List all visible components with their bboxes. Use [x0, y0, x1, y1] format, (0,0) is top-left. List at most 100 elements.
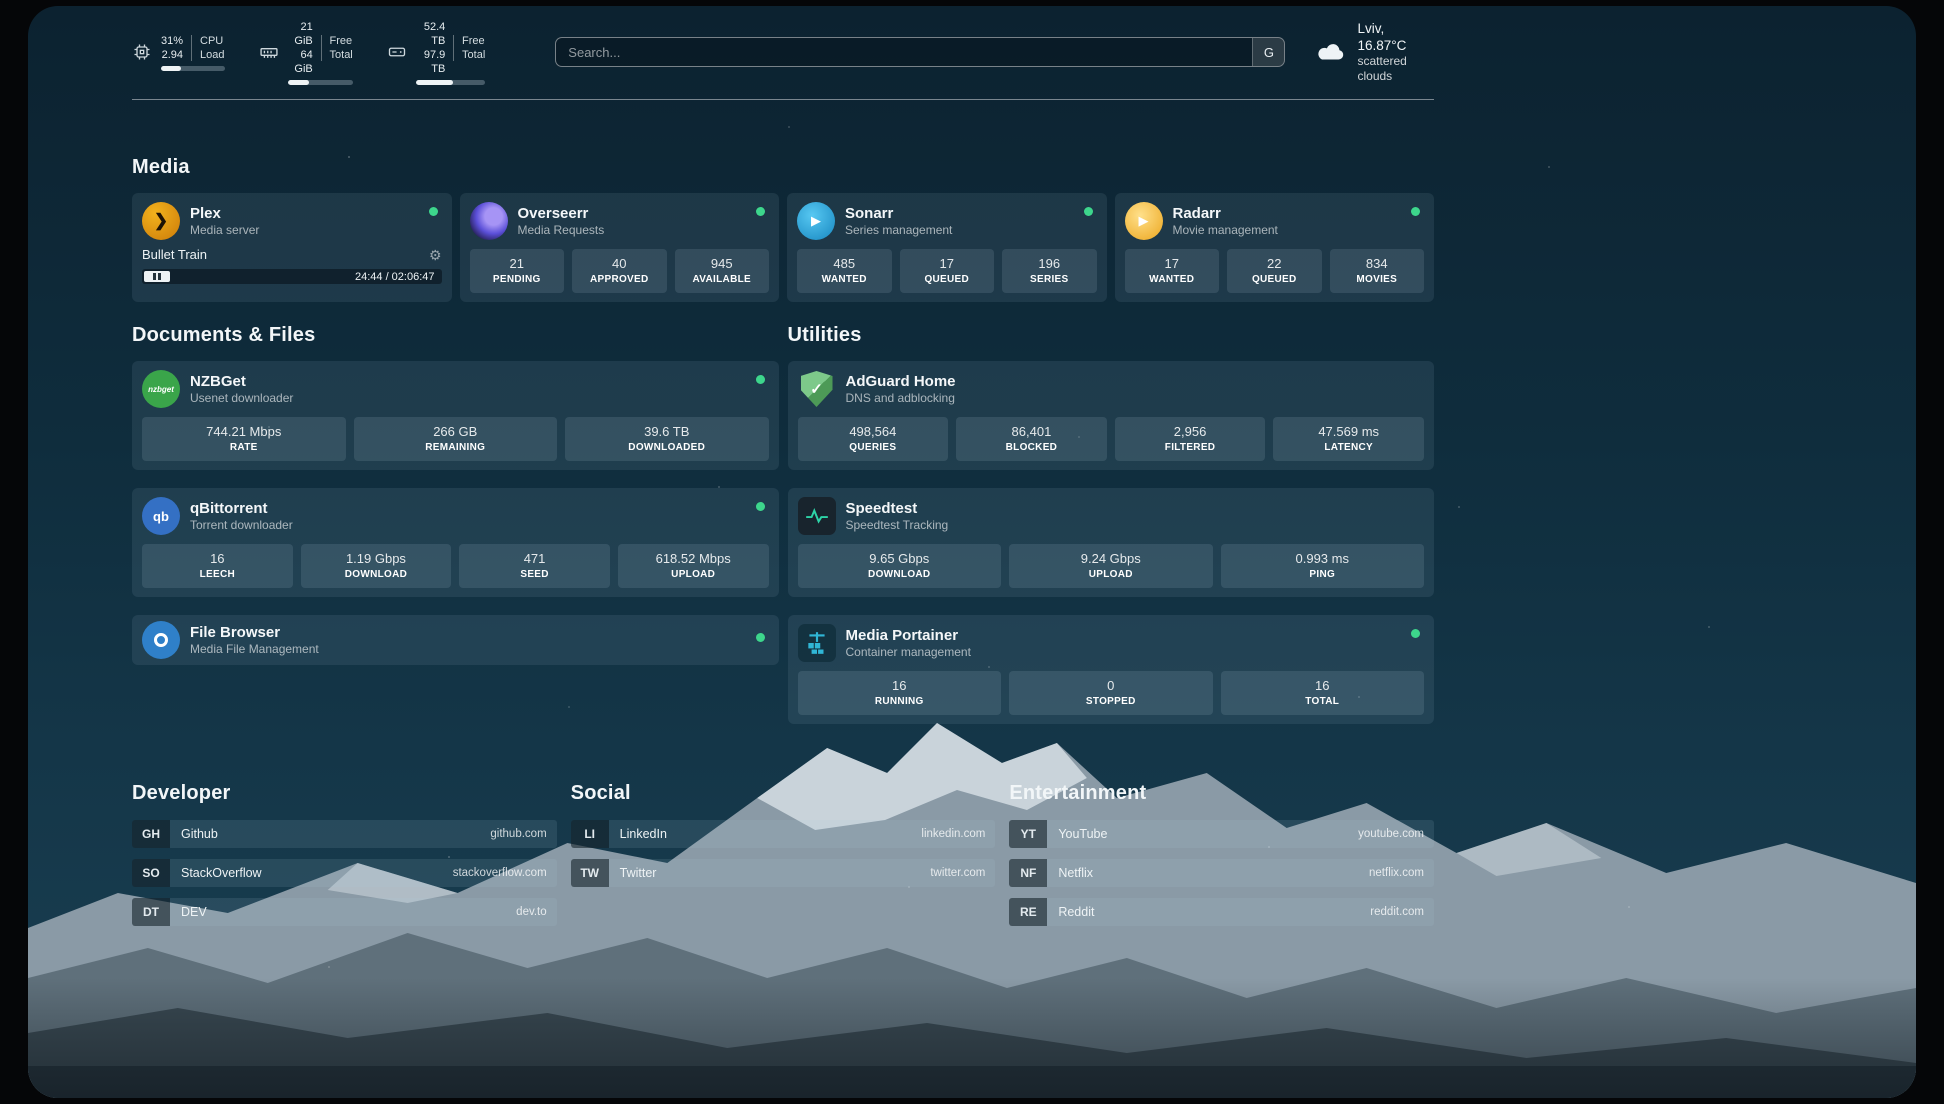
disk-icon: [387, 42, 407, 62]
service-name: Overseerr: [518, 204, 605, 223]
disk-label-1: Free: [462, 34, 485, 48]
now-playing-title: Bullet Train: [142, 247, 207, 262]
stat-box: 9.65 GbpsDOWNLOAD: [798, 544, 1002, 588]
bookmark-domain: reddit.com: [1370, 898, 1434, 926]
service-desc: Media File Management: [190, 642, 319, 657]
bookmark-reddit[interactable]: RE Reddit reddit.com: [1009, 898, 1434, 926]
bookmark-name: Reddit: [1047, 898, 1094, 926]
service-desc: Series management: [845, 223, 952, 238]
sonarr-icon: ▶: [797, 202, 835, 240]
metric-separator: [321, 35, 322, 61]
stat-box: 9.24 GbpsUPLOAD: [1009, 544, 1213, 588]
bookmark-domain: linkedin.com: [921, 820, 995, 848]
bookmark-abbr: SO: [132, 859, 170, 887]
service-name: qBittorrent: [190, 499, 293, 518]
stat-box: 17QUEUED: [900, 249, 995, 293]
weather-condition: scattered clouds: [1357, 54, 1434, 84]
cpu-label-1: CPU: [200, 34, 224, 48]
search-provider-button[interactable]: G: [1252, 38, 1284, 66]
section-title-social: Social: [571, 782, 996, 805]
service-card-radarr[interactable]: ▶ Radarr Movie management 17WANTED 22QUE…: [1115, 193, 1435, 302]
dashboard-panel: 31% 2.94 CPU Load: [28, 6, 1916, 1098]
weather-widget: Lviv, 16.87°C scattered clouds: [1315, 20, 1434, 84]
stat-box: 945AVAILABLE: [675, 249, 770, 293]
bookmark-abbr: NF: [1009, 859, 1047, 887]
service-card-qbittorrent[interactable]: qb qBittorrent Torrent downloader 16LEEC…: [132, 488, 779, 597]
service-name: File Browser: [190, 623, 319, 642]
portainer-icon: [798, 624, 836, 662]
service-card-speedtest[interactable]: Speedtest Speedtest Tracking 9.65 GbpsDO…: [788, 488, 1435, 597]
ram-label-2: Total: [330, 48, 353, 62]
gear-icon[interactable]: ⚙: [429, 248, 442, 262]
service-card-nzbget[interactable]: nzbget NZBGet Usenet downloader 744.21 M…: [132, 361, 779, 470]
bookmark-name: YouTube: [1047, 820, 1107, 848]
service-card-sonarr[interactable]: ▶ Sonarr Series management 485WANTED 17Q…: [787, 193, 1107, 302]
search-input[interactable]: [556, 38, 1252, 66]
ram-metric: 21 GiB 64 GiB Free Total: [259, 20, 353, 85]
stat-box: 16TOTAL: [1221, 671, 1425, 715]
bookmark-stackoverflow[interactable]: SO StackOverflow stackoverflow.com: [132, 859, 557, 887]
service-name: Media Portainer: [846, 626, 971, 645]
bookmark-github[interactable]: GH Github github.com: [132, 820, 557, 848]
service-name: Speedtest: [846, 499, 949, 518]
ram-progress-bar: [288, 80, 353, 85]
ram-icon: [259, 42, 279, 62]
stat-box: 0STOPPED: [1009, 671, 1213, 715]
service-desc: Media server: [190, 223, 259, 238]
bookmark-dev[interactable]: DT DEV dev.to: [132, 898, 557, 926]
status-dot: [756, 633, 765, 642]
filebrowser-icon: [142, 621, 180, 659]
adguard-icon: ✓: [798, 370, 836, 408]
status-dot: [1411, 207, 1420, 216]
bookmark-netflix[interactable]: NF Netflix netflix.com: [1009, 859, 1434, 887]
cpu-metric: 31% 2.94 CPU Load: [132, 34, 225, 71]
search-box: G: [555, 37, 1285, 67]
service-card-plex[interactable]: ❯ Plex Media server Bullet Train ⚙ 24:44…: [132, 193, 452, 302]
cpu-percent: 31%: [161, 34, 183, 48]
status-dot: [1084, 207, 1093, 216]
section-title-documents: Documents & Files: [132, 324, 779, 347]
bookmark-linkedin[interactable]: LI LinkedIn linkedin.com: [571, 820, 996, 848]
service-card-filebrowser[interactable]: File Browser Media File Management: [132, 615, 779, 665]
stat-box: 16RUNNING: [798, 671, 1002, 715]
bookmark-name: Netflix: [1047, 859, 1093, 887]
bookmark-abbr: DT: [132, 898, 170, 926]
ram-label-1: Free: [330, 34, 353, 48]
bookmark-twitter[interactable]: TW Twitter twitter.com: [571, 859, 996, 887]
service-card-overseerr[interactable]: Overseerr Media Requests 21PENDING 40APP…: [460, 193, 780, 302]
bookmark-abbr: RE: [1009, 898, 1047, 926]
service-desc: Container management: [846, 645, 971, 660]
ram-free: 21 GiB: [288, 20, 313, 48]
cpu-label-2: Load: [200, 48, 224, 62]
service-desc: DNS and adblocking: [846, 391, 956, 406]
service-desc: Media Requests: [518, 223, 605, 238]
service-name: Radarr: [1173, 204, 1278, 223]
top-bar: 31% 2.94 CPU Load: [132, 6, 1434, 74]
bookmark-abbr: LI: [571, 820, 609, 848]
stat-box: 47.569 msLATENCY: [1273, 417, 1424, 461]
service-card-portainer[interactable]: Media Portainer Container management 16R…: [788, 615, 1435, 724]
bookmark-domain: netflix.com: [1369, 859, 1434, 887]
service-desc: Torrent downloader: [190, 518, 293, 533]
bookmark-name: StackOverflow: [170, 859, 262, 887]
metric-separator: [453, 35, 454, 61]
stat-box: 22QUEUED: [1227, 249, 1322, 293]
snow-flecks: [28, 6, 30, 8]
bookmark-name: DEV: [170, 898, 207, 926]
bookmark-youtube[interactable]: YT YouTube youtube.com: [1009, 820, 1434, 848]
status-dot: [756, 375, 765, 384]
disk-free: 52.4 TB: [416, 20, 446, 48]
speedtest-icon: [798, 497, 836, 535]
stat-box: 21PENDING: [470, 249, 565, 293]
cpu-load-value: 2.94: [161, 48, 183, 62]
stat-box: 498,564QUERIES: [798, 417, 949, 461]
stat-box: 16LEECH: [142, 544, 293, 588]
disk-label-2: Total: [462, 48, 485, 62]
stat-box: 40APPROVED: [572, 249, 667, 293]
cpu-icon: [132, 42, 152, 62]
stat-box: 2,956FILTERED: [1115, 417, 1266, 461]
service-card-adguard[interactable]: ✓ AdGuard Home DNS and adblocking 498,56…: [788, 361, 1435, 470]
disk-progress-bar: [416, 80, 486, 85]
bookmark-abbr: YT: [1009, 820, 1047, 848]
pause-button[interactable]: [144, 271, 170, 282]
